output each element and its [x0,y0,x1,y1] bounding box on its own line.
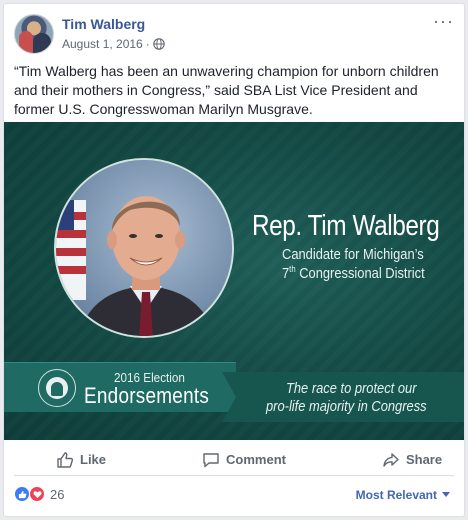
avatar-figure [19,31,33,53]
post-meta: August 1, 2016 · [62,37,165,51]
like-button[interactable]: Like [14,451,154,469]
avatar-figure [33,33,51,53]
reaction-summary[interactable]: 26 [14,486,64,502]
more-options-icon[interactable]: ··· [433,12,454,30]
thumbs-up-icon [57,451,74,468]
author-name[interactable]: Tim Walberg [62,16,145,32]
candidate-portrait [54,158,234,338]
share-label: Share [405,452,443,467]
slogan-line2: pro-life majority in Congress [266,398,427,415]
chevron-down-icon [442,492,450,497]
post-card: Tim Walberg August 1, 2016 · ··· “Tim Wa… [3,3,465,517]
portrait-image [56,160,232,336]
banner-title: Endorsements [84,383,210,408]
endorsement-graphic[interactable]: Rep. Tim Walberg Candidate for Michigan’… [4,122,464,440]
district-text: Congressional District [295,265,425,282]
love-reaction-icon [29,486,45,502]
like-label: Like [80,452,107,467]
graphic-candidate-name: Rep. Tim Walberg [252,210,440,242]
share-icon [383,452,399,467]
comment-sort-dropdown[interactable]: Most Relevant [356,488,450,502]
seal-bust [51,382,63,396]
sort-label: Most Relevant [355,488,437,502]
post-text: “Tim Walberg has been an unwavering cham… [14,63,439,117]
globe-icon[interactable] [152,38,165,50]
post-header: Tim Walberg August 1, 2016 · ··· [14,12,454,56]
comment-icon [203,452,219,467]
share-button[interactable]: Share [334,451,464,469]
sba-list-seal-icon [38,369,76,407]
comment-label: Comment [226,452,286,467]
meta-separator: · [145,37,150,51]
slogan-banner: The race to protect our pro-life majorit… [222,372,464,422]
slogan-arrow [222,372,236,422]
slogan-line1: The race to protect our [286,380,417,397]
endorsement-banner: 2016 Election Endorsements [4,362,236,421]
graphic-subtitle-line2: 7th Congressional District [282,264,425,282]
post-actions: Like Comment Share [14,444,454,476]
avatar[interactable] [14,14,54,54]
graphic-subtitle-line1: Candidate for Michigan’s [282,246,424,263]
like-reaction-icon [14,486,30,502]
post-date[interactable]: August 1, 2016 [62,37,143,51]
comment-button[interactable]: Comment [154,451,334,469]
reaction-count: 26 [50,486,65,502]
